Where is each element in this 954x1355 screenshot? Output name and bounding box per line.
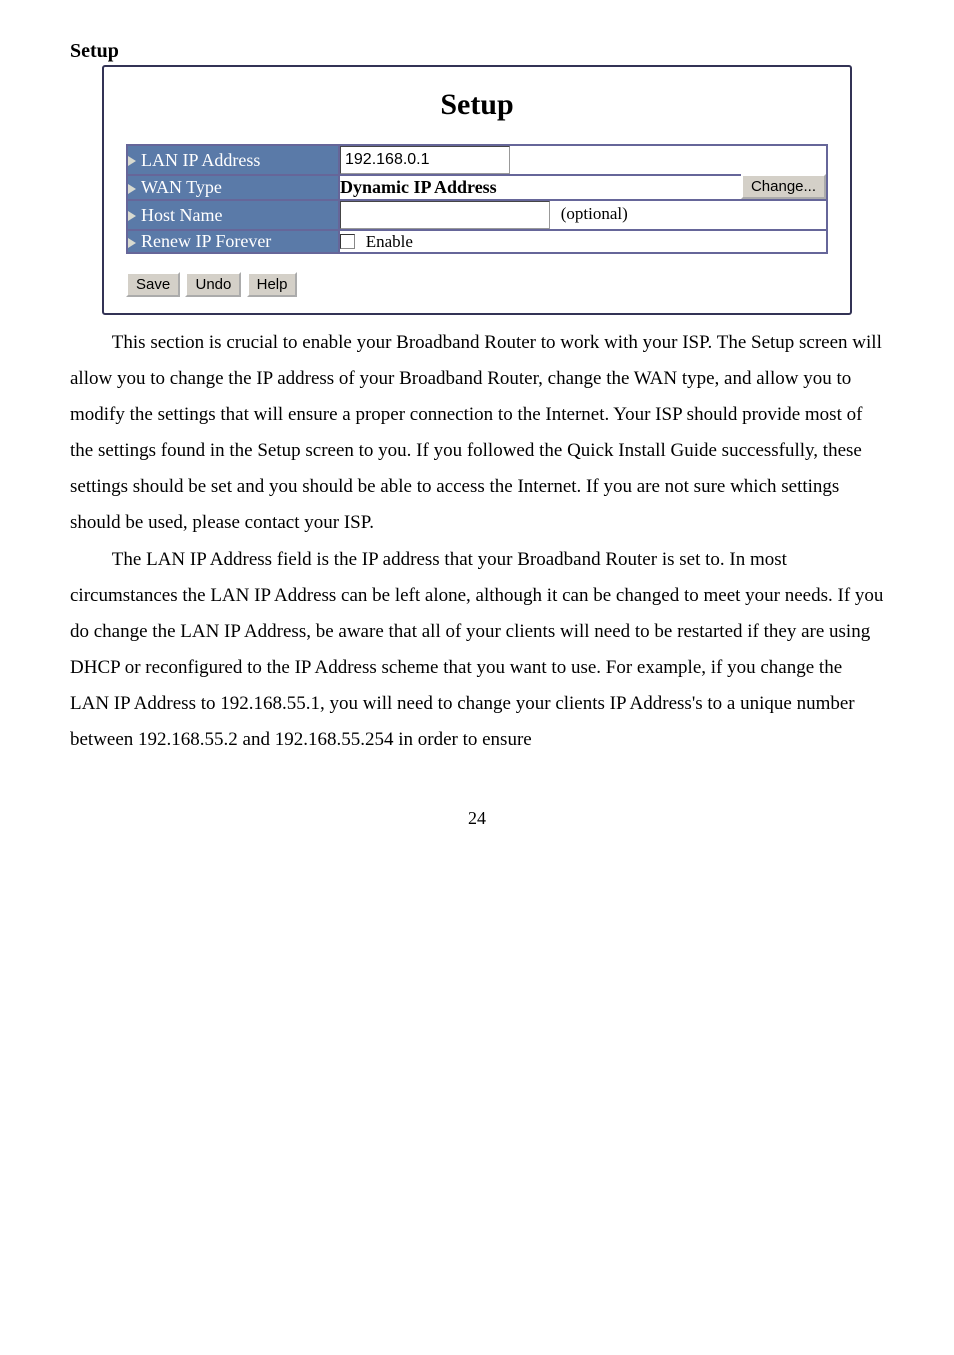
- renew-ip-value-cell: Enable: [339, 230, 827, 253]
- page-number: 24: [70, 808, 884, 829]
- help-button[interactable]: Help: [247, 272, 298, 297]
- host-name-optional: (optional): [561, 204, 628, 223]
- row-renew-ip: Renew IP Forever Enable: [127, 230, 827, 253]
- wan-type-label: WAN Type: [141, 177, 222, 197]
- setup-panel: Setup LAN IP Address WAN Type Dynamic IP…: [102, 65, 852, 315]
- paragraph-2: The LAN IP Address field is the IP addre…: [70, 542, 884, 759]
- lan-ip-value-cell: [339, 145, 827, 175]
- triangle-right-icon: [128, 184, 136, 194]
- section-heading: Setup: [70, 40, 884, 63]
- host-name-value-cell: (optional): [339, 200, 827, 230]
- setup-table: LAN IP Address WAN Type Dynamic IP Addre…: [126, 144, 828, 254]
- host-name-input[interactable]: [340, 201, 550, 229]
- triangle-right-icon: [128, 238, 136, 248]
- change-wan-type-button[interactable]: Change...: [741, 174, 826, 199]
- button-row: Save Undo Help: [126, 272, 828, 297]
- lan-ip-label-cell: LAN IP Address: [127, 145, 339, 175]
- undo-button[interactable]: Undo: [185, 272, 241, 297]
- renew-ip-label: Renew IP Forever: [141, 231, 271, 251]
- wan-type-value-cell: Dynamic IP Address Change...: [339, 175, 827, 200]
- renew-ip-checkbox[interactable]: [340, 234, 355, 249]
- row-wan-type: WAN Type Dynamic IP Address Change...: [127, 175, 827, 200]
- save-button[interactable]: Save: [126, 272, 180, 297]
- row-host-name: Host Name (optional): [127, 200, 827, 230]
- renew-ip-label-cell: Renew IP Forever: [127, 230, 339, 253]
- wan-type-value: Dynamic IP Address: [340, 177, 497, 198]
- triangle-right-icon: [128, 156, 136, 166]
- paragraph-1: This section is crucial to enable your B…: [70, 325, 884, 542]
- host-name-label: Host Name: [141, 205, 222, 225]
- body-text: This section is crucial to enable your B…: [70, 325, 884, 758]
- host-name-label-cell: Host Name: [127, 200, 339, 230]
- setup-title: Setup: [126, 88, 828, 122]
- row-lan-ip: LAN IP Address: [127, 145, 827, 175]
- triangle-right-icon: [128, 211, 136, 221]
- wan-type-label-cell: WAN Type: [127, 175, 339, 200]
- lan-ip-label: LAN IP Address: [141, 150, 260, 170]
- renew-ip-checkbox-label: Enable: [366, 232, 413, 251]
- lan-ip-input[interactable]: [340, 146, 510, 174]
